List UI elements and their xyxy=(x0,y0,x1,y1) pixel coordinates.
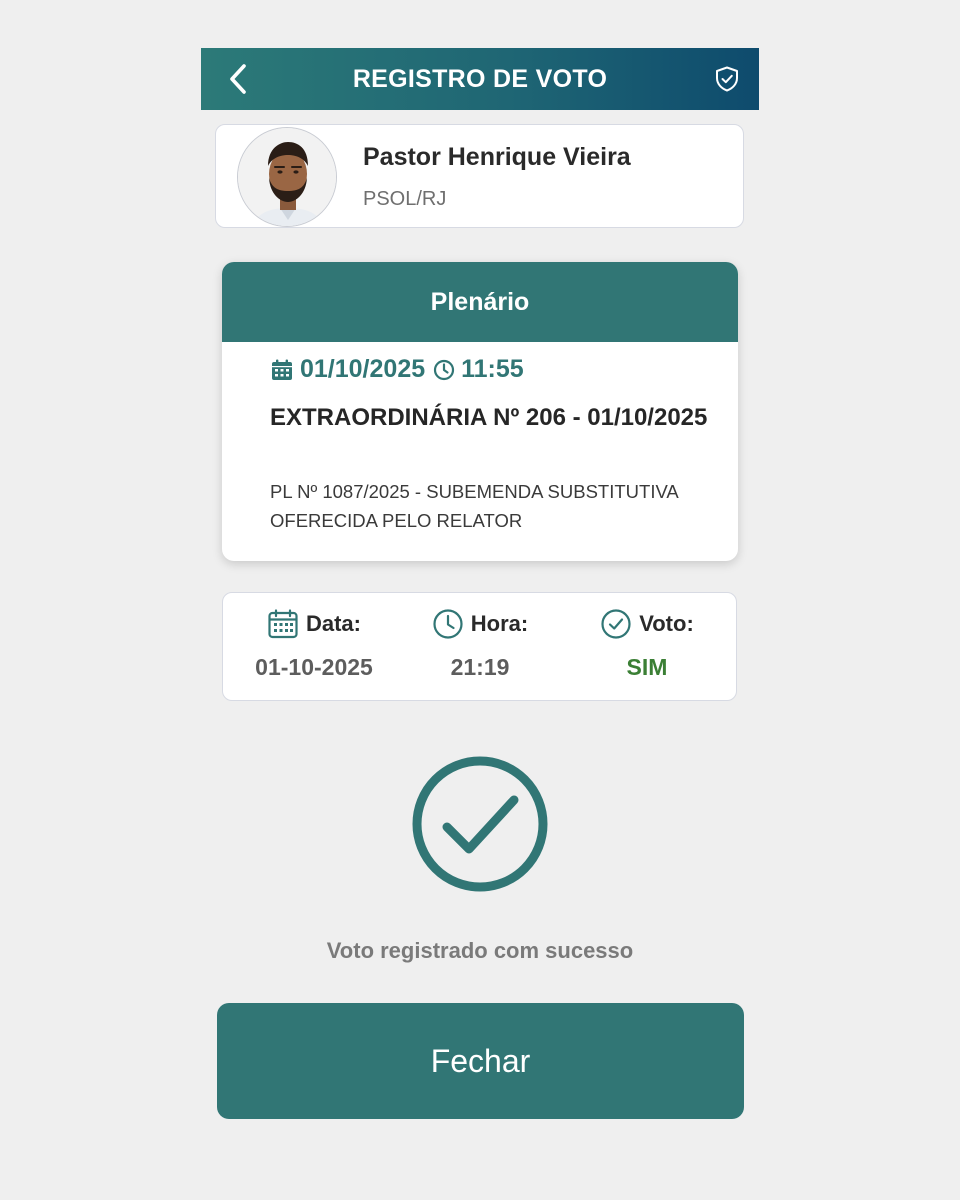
vote-time-label: Hora: xyxy=(470,611,529,636)
vote-time-column: Hora: 21:19 xyxy=(395,607,565,681)
session-datetime: 01/10/2025 11:55 xyxy=(270,355,524,384)
avatar xyxy=(237,127,337,227)
vote-date-label: Data: xyxy=(305,611,361,636)
vote-choice-label-row: Voto: xyxy=(562,607,732,641)
clock-icon xyxy=(433,359,455,381)
deputy-party: PSOL/RJ xyxy=(363,188,447,210)
vote-choice-label: Voto: xyxy=(639,611,694,636)
person-photo xyxy=(238,128,336,226)
vote-choice-column: Voto: SIM xyxy=(562,607,732,681)
session-card: Plenário 01/10/2025 11:55 EXTRAORDINÁRIA… xyxy=(222,262,738,561)
calendar-icon xyxy=(270,358,294,382)
success-message: Voto registrado com sucesso xyxy=(326,938,634,963)
page-title: REGISTRO DE VOTO xyxy=(352,64,608,93)
session-time: 11:55 xyxy=(461,355,524,383)
session-title: EXTRAORDINÁRIA Nº 206 - 01/10/2025 xyxy=(270,404,708,431)
check-circle-icon xyxy=(600,608,632,640)
close-button[interactable]: Fechar xyxy=(217,1003,744,1119)
close-button-label: Fechar xyxy=(430,1042,531,1079)
success-check-icon xyxy=(412,756,548,892)
deputy-name: Pastor Henrique Vieira xyxy=(363,143,631,171)
vote-choice-value: SIM xyxy=(626,654,668,680)
vote-time-value: 21:19 xyxy=(450,654,510,680)
clock-icon xyxy=(432,608,464,640)
session-header-label: Plenário xyxy=(430,287,530,316)
session-header: Plenário xyxy=(222,262,738,342)
back-button[interactable] xyxy=(223,63,253,95)
deputy-profile-card: Pastor Henrique Vieira PSOL/RJ xyxy=(215,124,744,228)
app-header: REGISTRO DE VOTO xyxy=(201,48,759,110)
session-date: 01/10/2025 xyxy=(300,355,426,383)
vote-date-column: Data: 01-10-2025 xyxy=(229,607,399,681)
vote-time-label-row: Hora: xyxy=(395,607,565,641)
calendar-icon xyxy=(267,608,299,640)
session-description: PL Nº 1087/2025 - SUBEMENDA SUBSTITUTIVA… xyxy=(270,481,678,531)
vote-date-label-row: Data: xyxy=(229,607,399,641)
chevron-left-icon xyxy=(230,64,246,94)
vote-date-value: 01-10-2025 xyxy=(255,654,373,680)
shield-check-icon xyxy=(716,66,738,92)
vote-info-card: Data: 01-10-2025 Hora: 21:19 Voto: SIM xyxy=(222,592,737,701)
